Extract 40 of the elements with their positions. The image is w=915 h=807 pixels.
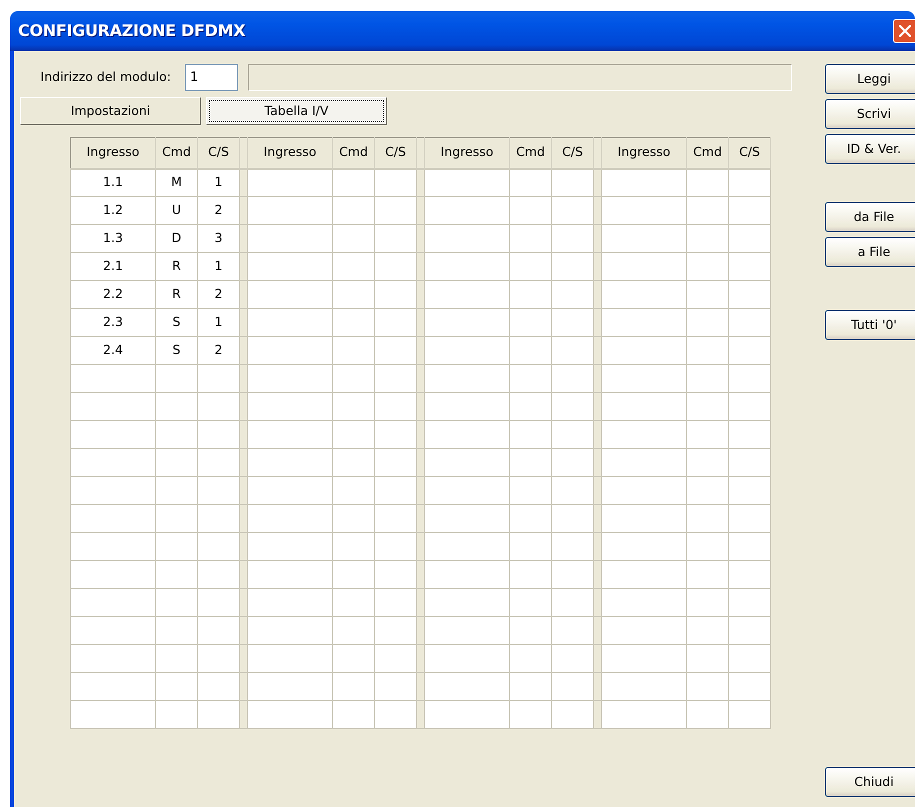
table-cell: 1.3 <box>70 224 156 252</box>
column-header[interactable]: C/S <box>552 138 594 168</box>
table-cell: 2.1 <box>70 252 156 280</box>
table-cell: D <box>156 224 198 252</box>
table-cell: S <box>156 336 198 364</box>
button[interactable]: a File <box>825 237 915 267</box>
address-field[interactable]: 1 <box>185 64 238 91</box>
button[interactable]: ID & Ver. <box>825 134 915 164</box>
button[interactable]: Tutti '0' <box>825 310 915 340</box>
column-header[interactable]: Ingresso <box>70 138 156 168</box>
button[interactable]: Chiudi <box>825 767 915 797</box>
column-header[interactable]: C/S <box>198 138 240 168</box>
address-label: Indirizzo del modulo: <box>40 68 172 86</box>
table-cell: 2.3 <box>70 308 156 336</box>
table-cell: 1.1 <box>70 168 156 196</box>
column-header[interactable]: Cmd <box>156 138 198 168</box>
table-cell: R <box>156 280 198 308</box>
column-header[interactable]: Cmd <box>332 138 374 168</box>
button[interactable]: da File <box>825 202 915 232</box>
table-cell: M <box>156 168 198 196</box>
column-header[interactable]: Cmd <box>686 138 728 168</box>
column-header[interactable]: Ingresso <box>248 138 332 168</box>
close-icon <box>898 25 910 37</box>
column-header[interactable]: C/S <box>728 138 770 168</box>
column-header[interactable]: Cmd <box>510 138 552 168</box>
column-header[interactable]: Ingresso <box>602 138 686 168</box>
tab[interactable]: Impostazioni <box>20 97 201 125</box>
button[interactable]: Leggi <box>825 64 915 94</box>
table-cell: S <box>156 308 198 336</box>
button[interactable]: Scrivi <box>825 99 915 129</box>
table-cell: U <box>156 196 198 224</box>
window-title: CONFIGURAZIONE DFDMX <box>18 20 246 42</box>
close-button[interactable] <box>893 19 915 43</box>
column-header[interactable]: Ingresso <box>424 138 510 168</box>
table-cell: 1.2 <box>70 196 156 224</box>
column-header[interactable]: C/S <box>374 138 416 168</box>
table-cell: 2.2 <box>70 280 156 308</box>
tab[interactable]: Tabella I/V <box>206 97 387 125</box>
table-cell: R <box>156 252 198 280</box>
table-cell: 2.4 <box>70 336 156 364</box>
